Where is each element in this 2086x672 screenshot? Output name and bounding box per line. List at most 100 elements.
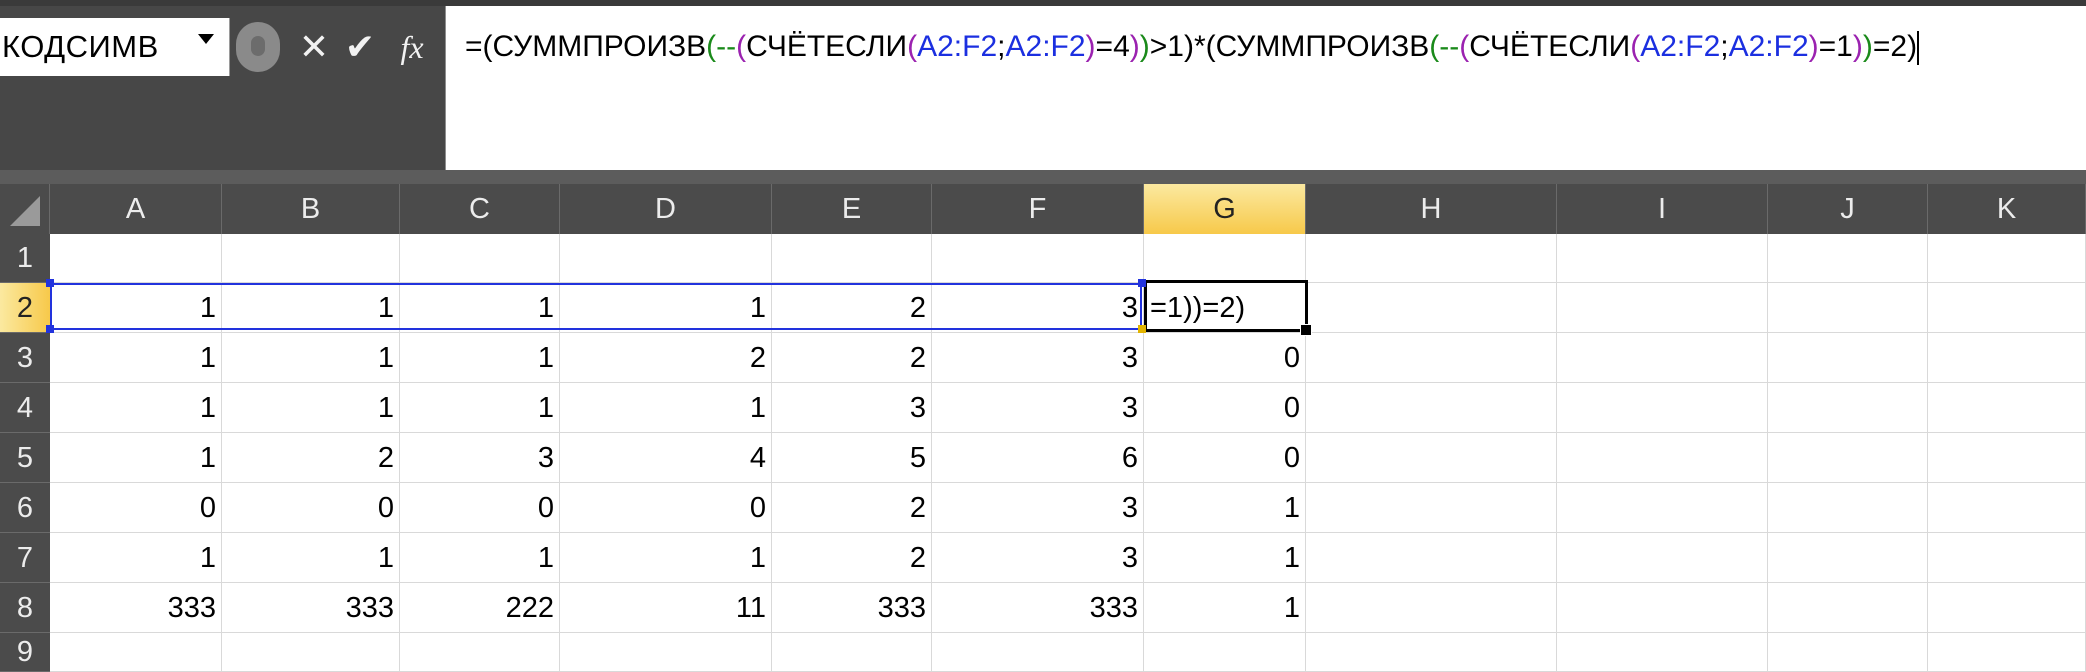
chevron-down-icon[interactable] (198, 34, 214, 44)
column-header-F[interactable]: F (932, 184, 1144, 234)
row-header-8[interactable]: 8 (0, 583, 50, 633)
cell-A7[interactable]: 1 (50, 533, 222, 583)
cell-A1[interactable] (50, 234, 222, 283)
column-header-E[interactable]: E (772, 184, 932, 234)
cell-E3[interactable]: 2 (772, 333, 932, 383)
cell-A8[interactable]: 333 (50, 583, 222, 633)
cell-E6[interactable]: 2 (772, 483, 932, 533)
cell-F6[interactable]: 3 (932, 483, 1144, 533)
cell-B3[interactable]: 1 (222, 333, 400, 383)
cell-D6[interactable]: 0 (560, 483, 772, 533)
cell-F5[interactable]: 6 (932, 433, 1144, 483)
column-header-D[interactable]: D (560, 184, 772, 234)
cell-D9[interactable] (560, 633, 772, 672)
cell-F4[interactable]: 3 (932, 383, 1144, 433)
fill-handle[interactable] (1300, 324, 1312, 336)
cell-B6[interactable]: 0 (222, 483, 400, 533)
cell-B1[interactable] (222, 234, 400, 283)
cell-A9[interactable] (50, 633, 222, 672)
column-header-B[interactable]: B (222, 184, 400, 234)
cell-E8[interactable]: 333 (772, 583, 932, 633)
cell-C8[interactable]: 222 (400, 583, 560, 633)
cell-B7[interactable]: 1 (222, 533, 400, 583)
row-header-6[interactable]: 6 (0, 483, 50, 533)
formula-segment: ) (1808, 30, 1819, 63)
cell-D4[interactable]: 1 (560, 383, 772, 433)
cell-G8[interactable]: 1 (1144, 583, 1306, 633)
check-icon[interactable]: ✔ (340, 22, 380, 72)
column-header-I[interactable]: I (1557, 184, 1768, 234)
cell-C7[interactable]: 1 (400, 533, 560, 583)
column-header-H[interactable]: H (1306, 184, 1557, 234)
cell-F8[interactable]: 333 (932, 583, 1144, 633)
cell-F1[interactable] (932, 234, 1144, 283)
cell-E5[interactable]: 5 (772, 433, 932, 483)
range-handle[interactable] (1138, 325, 1146, 333)
cell-G2-editing-text[interactable]: =1))=2) (1146, 283, 1308, 333)
column-header-G[interactable]: G (1144, 184, 1306, 234)
insert-function-button[interactable]: fx (392, 22, 432, 72)
name-box-value: КОДСИМВ (2, 29, 159, 64)
grid-line-vertical (1556, 234, 1557, 672)
formula-text[interactable]: =(СУММПРОИЗВ(--(СЧЁТЕСЛИ(A2:F2;A2:F2)=4)… (465, 22, 1920, 72)
cell-A3[interactable]: 1 (50, 333, 222, 383)
cell-F3[interactable]: 3 (932, 333, 1144, 383)
cell-E9[interactable] (772, 633, 932, 672)
cell-A4[interactable]: 1 (50, 383, 222, 433)
cell-G9[interactable] (1144, 633, 1306, 672)
cell-G1[interactable] (1144, 234, 1306, 283)
formula-segment: ( (736, 30, 747, 63)
cell-G6[interactable]: 1 (1144, 483, 1306, 533)
cell-D8[interactable]: 11 (560, 583, 772, 633)
formula-segment: ; (1720, 30, 1729, 63)
row-header-9[interactable]: 9 (0, 633, 50, 672)
row-header-7[interactable]: 7 (0, 533, 50, 583)
cell-C3[interactable]: 1 (400, 333, 560, 383)
formula-segment: -- (1439, 30, 1460, 63)
cell-D7[interactable]: 1 (560, 533, 772, 583)
cell-B9[interactable] (222, 633, 400, 672)
row-header-2[interactable]: 2 (0, 283, 50, 333)
row-header-1[interactable]: 1 (0, 234, 50, 283)
range-handle[interactable] (46, 325, 54, 333)
cell-E4[interactable]: 3 (772, 383, 932, 433)
formula-bar-divider[interactable] (0, 170, 2086, 184)
cell-G4[interactable]: 0 (1144, 383, 1306, 433)
row-header-3[interactable]: 3 (0, 333, 50, 383)
cell-C5[interactable]: 3 (400, 433, 560, 483)
column-header-K[interactable]: K (1928, 184, 2086, 234)
row-header-5[interactable]: 5 (0, 433, 50, 483)
formula-segment: СЧЁТЕСЛИ (746, 30, 908, 63)
formula-segment: A2:F2 (917, 30, 998, 63)
cell-B5[interactable]: 2 (222, 433, 400, 483)
cell-G7[interactable]: 1 (1144, 533, 1306, 583)
cell-F9[interactable] (932, 633, 1144, 672)
cell-C9[interactable] (400, 633, 560, 672)
close-icon[interactable]: ✕ (296, 22, 332, 72)
column-header-C[interactable]: C (400, 184, 560, 234)
range-handle[interactable] (46, 279, 54, 287)
cell-D5[interactable]: 4 (560, 433, 772, 483)
cell-A6[interactable]: 0 (50, 483, 222, 533)
formula-segment: ) (1862, 30, 1873, 63)
formula-segment: ( (1459, 30, 1470, 63)
cell-E7[interactable]: 2 (772, 533, 932, 583)
formula-segment: ) (1852, 30, 1863, 63)
range-handle[interactable] (1138, 279, 1146, 287)
cell-G5[interactable]: 0 (1144, 433, 1306, 483)
cell-C1[interactable] (400, 234, 560, 283)
cell-B4[interactable]: 1 (222, 383, 400, 433)
formula-segment: =1 (1818, 30, 1853, 63)
cell-F7[interactable]: 3 (932, 533, 1144, 583)
cell-A5[interactable]: 1 (50, 433, 222, 483)
cell-B8[interactable]: 333 (222, 583, 400, 633)
cell-D3[interactable]: 2 (560, 333, 772, 383)
cell-E1[interactable] (772, 234, 932, 283)
cell-C4[interactable]: 1 (400, 383, 560, 433)
column-header-J[interactable]: J (1768, 184, 1928, 234)
cell-C6[interactable]: 0 (400, 483, 560, 533)
cell-D1[interactable] (560, 234, 772, 283)
row-header-4[interactable]: 4 (0, 383, 50, 433)
cell-G3[interactable]: 0 (1144, 333, 1306, 383)
column-header-A[interactable]: A (50, 184, 222, 234)
